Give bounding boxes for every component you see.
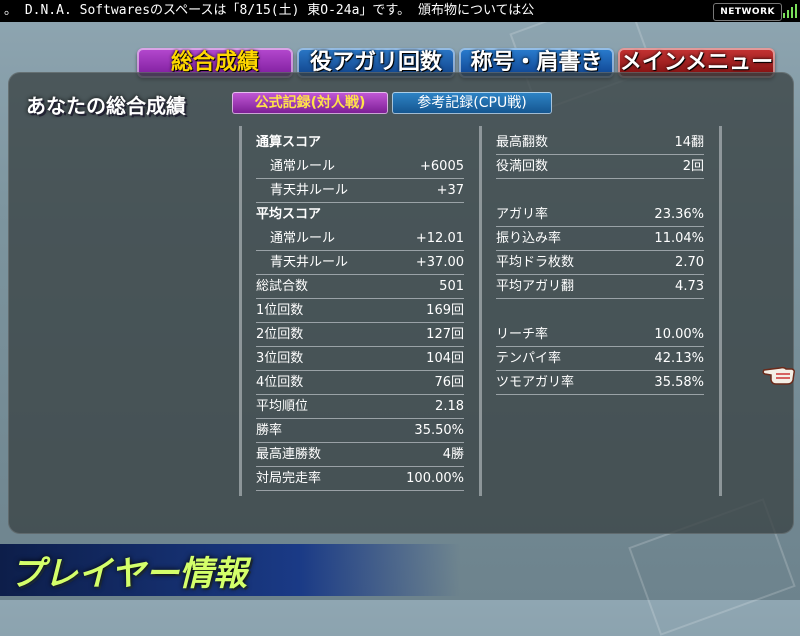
stat-value: 2.18: [435, 399, 464, 414]
stat-value: 2.70: [675, 255, 704, 270]
stat-label: テンパイ率: [496, 351, 562, 366]
stat-row: 振り込み率 11.04%: [496, 228, 704, 251]
stat-row: 平均アガリ翻 4.73: [496, 276, 704, 299]
stat-label: 最高翻数: [496, 135, 549, 150]
signal-strength-icon: [782, 2, 798, 18]
stat-value: 14翻: [674, 135, 704, 150]
stat-value: +12.01: [415, 231, 464, 246]
stat-label: 振り込み率: [496, 231, 562, 246]
reference-record-button[interactable]: 参考記録(CPU戦): [392, 92, 552, 114]
stat-value: 501: [439, 279, 464, 294]
stat-label: 平均ドラ枚数: [496, 255, 575, 270]
stat-label: アガリ率: [496, 207, 549, 222]
stat-row: 対局完走率 100.00%: [256, 468, 464, 491]
stat-label: 4位回数: [256, 375, 304, 390]
stat-value: 11.04%: [654, 231, 704, 246]
network-status: NETWORK: [713, 3, 782, 21]
official-record-button[interactable]: 公式記録(対人戦): [232, 92, 388, 114]
section-label: プレイヤー情報: [10, 554, 247, 594]
avg-score-heading: 平均スコア: [256, 207, 322, 222]
news-ticker: 。 D.N.A. Softwaresのスペースは「8/15(土) 東O-24a」…: [0, 0, 800, 22]
stat-label: 通常ルール: [270, 159, 336, 174]
stat-row: 最高翻数 14翻: [496, 132, 704, 155]
stat-row: 1位回数 169回: [256, 300, 464, 323]
stat-label: 総試合数: [256, 279, 309, 294]
stat-label: ツモアガリ率: [496, 375, 575, 390]
stat-label: 通常ルール: [270, 231, 336, 246]
column-divider: [719, 126, 722, 496]
stat-value: 4勝: [442, 447, 464, 462]
stat-row: 勝率 35.50%: [256, 420, 464, 443]
stat-label: 平均順位: [256, 399, 309, 414]
stat-value: 42.13%: [654, 351, 704, 366]
stat-label: 役満回数: [496, 159, 549, 174]
stat-label: 平均アガリ翻: [496, 279, 575, 294]
stat-row: 役満回数 2回: [496, 156, 704, 179]
stat-label: 最高連勝数: [256, 447, 322, 462]
page-title: あなたの総合成績: [26, 94, 186, 118]
stat-value: 127回: [426, 327, 464, 342]
stat-row: リーチ率 10.00%: [496, 324, 704, 347]
total-score-heading: 通算スコア: [256, 135, 322, 150]
stat-value: +6005: [420, 159, 464, 174]
stat-row: 2位回数 127回: [256, 324, 464, 347]
stat-label: 青天井ルール: [270, 255, 349, 270]
stat-label: 3位回数: [256, 351, 304, 366]
stat-row: 通常ルール +6005: [256, 156, 464, 179]
stat-row: 最高連勝数 4勝: [256, 444, 464, 467]
stat-value: 104回: [426, 351, 464, 366]
stat-label: 勝率: [256, 423, 283, 438]
stat-value: 100.00%: [406, 471, 464, 486]
stat-value: 169回: [426, 303, 464, 318]
stat-value: 23.36%: [654, 207, 704, 222]
column-divider: [479, 126, 482, 496]
stat-label: 青天井ルール: [270, 183, 349, 198]
stat-label: リーチ率: [496, 327, 549, 342]
stat-value: 35.58%: [654, 375, 704, 390]
stat-label: 1位回数: [256, 303, 304, 318]
stat-row: 平均順位 2.18: [256, 396, 464, 419]
ticker-text: 。 D.N.A. Softwaresのスペースは「8/15(土) 東O-24a」…: [4, 3, 535, 18]
stat-row: ツモアガリ率 35.58%: [496, 372, 704, 395]
network-label: NETWORK: [720, 7, 775, 17]
stat-value: 35.50%: [414, 423, 464, 438]
stat-row: 通常ルール +12.01: [256, 228, 464, 251]
stat-value: 2回: [682, 159, 704, 174]
stat-value: 4.73: [675, 279, 704, 294]
stat-row: 青天井ルール +37: [256, 180, 464, 203]
stat-row: 青天井ルール +37.00: [256, 252, 464, 275]
stat-row: 3位回数 104回: [256, 348, 464, 371]
stat-row: アガリ率 23.36%: [496, 204, 704, 227]
stat-row: 総試合数 501: [256, 276, 464, 299]
stat-value: 10.00%: [654, 327, 704, 342]
stat-value: +37: [436, 183, 464, 198]
column-divider: [239, 126, 242, 496]
stat-value: +37.00: [415, 255, 464, 270]
stat-row: 平均ドラ枚数 2.70: [496, 252, 704, 275]
pointing-hand-icon: [762, 358, 796, 386]
stat-row: テンパイ率 42.13%: [496, 348, 704, 371]
stat-label: 2位回数: [256, 327, 304, 342]
stat-value: 76回: [434, 375, 464, 390]
stat-label: 対局完走率: [256, 471, 322, 486]
stat-row: 4位回数 76回: [256, 372, 464, 395]
